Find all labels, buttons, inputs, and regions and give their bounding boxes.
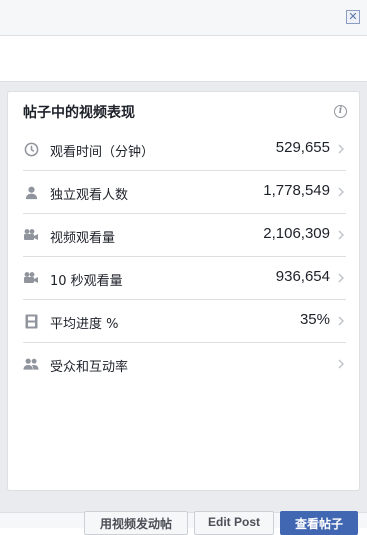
metric-value: 529,655 [275,139,330,156]
metric-label: 平均进度 % [50,317,119,332]
metric-label: 观看时间（分钟） [50,145,155,160]
metric-label: 独立观看人数 [50,188,129,203]
chevron-right-icon [336,184,346,200]
metric-row-avg-progress[interactable]: 平均进度 % 35% [23,300,346,343]
person-icon [23,184,39,200]
metric-row-unique-viewers[interactable]: 独立观看人数 1,778,549 [23,171,346,214]
dialog-header: ✕ [0,0,367,36]
metric-label: 受众和互动率 [50,360,129,375]
chevron-right-icon [336,270,346,286]
video-camera-icon [23,227,39,243]
clock-icon [23,141,39,157]
metrics-list: 观看时间（分钟） 529,655 独立观看人数 1,778,549 视频观看量 … [23,128,346,386]
chevron-right-icon [336,356,346,372]
people-icon [23,356,39,372]
close-button[interactable]: ✕ [346,10,360,24]
film-icon [23,313,39,329]
info-icon[interactable]: i [334,105,347,118]
metric-row-audience-engagement[interactable]: 受众和互动率 [23,343,346,386]
metric-value: 1,778,549 [263,182,330,199]
dialog-subheader [0,36,367,82]
edit-post-button[interactable]: Edit Post [194,511,274,535]
metric-value: 2,106,309 [263,225,330,242]
chevron-right-icon [336,227,346,243]
metric-label: 视频观看量 [50,231,116,246]
metric-value: 35% [299,311,330,328]
metric-value: 936,654 [275,268,330,285]
metric-label: 10 秒观看量 [50,274,123,289]
chevron-right-icon [336,141,346,157]
chevron-right-icon [336,313,346,329]
boost-with-video-button[interactable]: 用视频发动帖 [84,511,188,535]
view-post-button[interactable]: 查看帖子 [280,511,358,535]
card-title: 帖子中的视频表现 [23,105,135,121]
video-performance-card: 帖子中的视频表现 i 观看时间（分钟） 529,655 独立观看人数 1,778… [7,91,360,491]
metric-row-watch-time[interactable]: 观看时间（分钟） 529,655 [23,128,346,171]
metric-row-10s-views[interactable]: 10 秒观看量 936,654 [23,257,346,300]
metric-row-video-views[interactable]: 视频观看量 2,106,309 [23,214,346,257]
video-camera-icon [23,270,39,286]
